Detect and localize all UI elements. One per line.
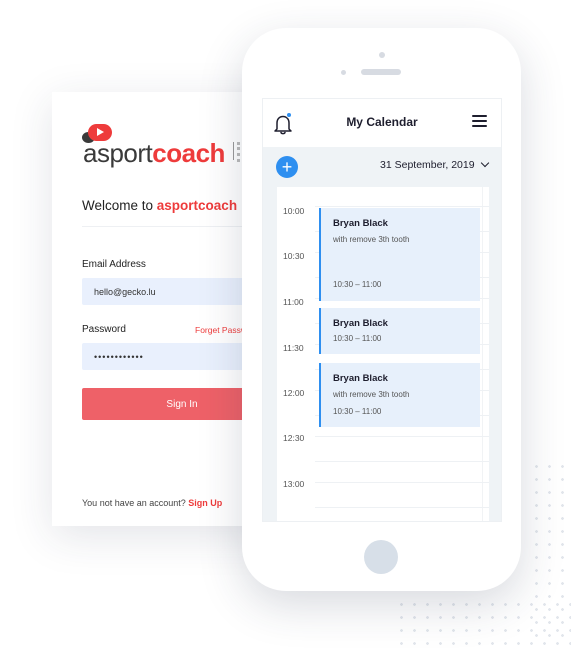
grid-line <box>315 507 489 508</box>
day-schedule: 10:00 10:30 11:00 11:30 12:00 12:30 13:0… <box>277 187 489 521</box>
chevron-down-icon[interactable] <box>480 158 490 168</box>
date-selector[interactable]: 31 September, 2019 <box>380 159 475 171</box>
event-time: 10:30 – 11:00 <box>333 280 382 289</box>
phone-mockup: My Calendar + 31 September, 2019 10:00 1… <box>242 28 521 591</box>
app-header: My Calendar <box>263 99 501 147</box>
home-button[interactable] <box>364 540 398 574</box>
calendar-event[interactable]: Bryan Black with remove 3th tooth 10:30 … <box>319 363 480 427</box>
grid-line <box>315 482 489 483</box>
phone-screen: My Calendar + 31 September, 2019 10:00 1… <box>262 98 502 522</box>
event-name: Bryan Black <box>333 218 388 229</box>
time-label: 12:30 <box>283 433 305 443</box>
signup-prompt: You not have an account? Sign Up <box>82 498 223 508</box>
grid-line <box>482 187 483 521</box>
grid-line <box>315 461 489 462</box>
welcome-heading: Welcome to asportcoach <box>82 198 238 213</box>
grid-line <box>315 436 489 437</box>
time-label: 12:00 <box>283 388 305 398</box>
event-name: Bryan Black <box>333 373 388 384</box>
plus-icon: + <box>281 157 293 177</box>
time-label: 11:30 <box>283 343 304 353</box>
sign-up-link[interactable]: Sign Up <box>188 498 222 508</box>
calendar-event[interactable]: Bryan Black 10:30 – 11:00 <box>319 308 480 354</box>
password-label: Password <box>82 324 126 335</box>
grid-line <box>315 206 489 207</box>
calendar-area: + 31 September, 2019 10:00 10:30 11:00 1… <box>263 147 501 521</box>
add-event-button[interactable]: + <box>276 156 298 178</box>
page-title: My Calendar <box>346 115 418 129</box>
camera-dot <box>379 52 385 58</box>
time-label: 10:30 <box>283 251 305 261</box>
sensor-dot <box>341 70 346 75</box>
calendar-event[interactable]: Bryan Black with remove 3th tooth 10:30 … <box>319 208 480 301</box>
menu-icon[interactable] <box>472 115 488 129</box>
event-name: Bryan Black <box>333 318 388 329</box>
speaker-grill <box>361 69 401 75</box>
event-description: with remove 3th tooth <box>333 390 410 399</box>
logo-wordmark: asportcoach <box>83 138 225 168</box>
logo-divider <box>233 142 234 160</box>
time-label: 11:00 <box>283 297 304 307</box>
decorative-dot-grid <box>395 598 571 648</box>
time-label: 10:00 <box>283 206 305 216</box>
event-description: with remove 3th tooth <box>333 235 410 244</box>
event-time: 10:30 – 11:00 <box>333 407 382 416</box>
email-label: Email Address <box>82 259 146 270</box>
event-time: 10:30 – 11:00 <box>333 334 382 343</box>
time-label: 13:00 <box>283 479 305 489</box>
